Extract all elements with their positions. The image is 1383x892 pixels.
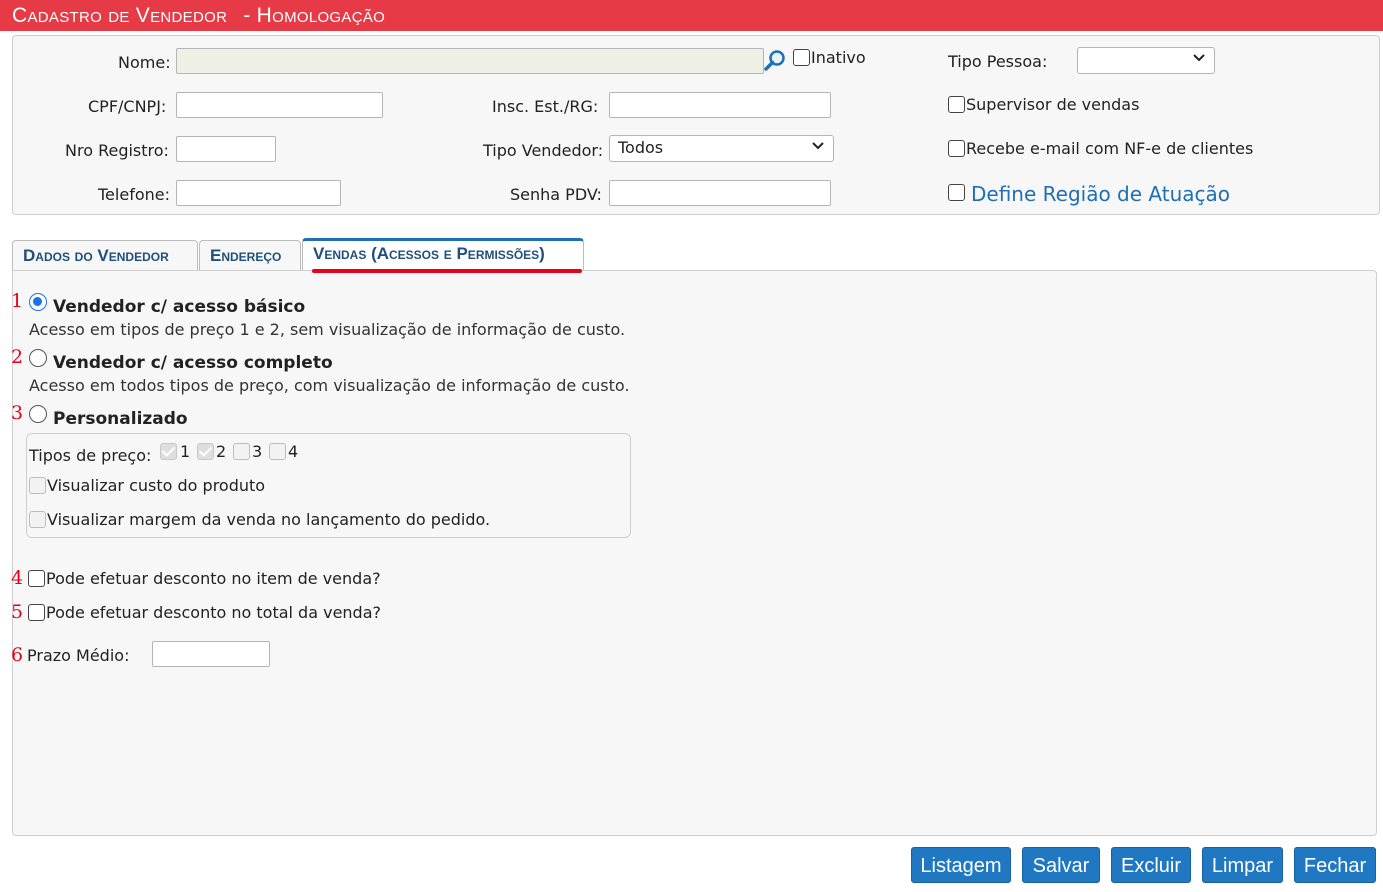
desconto-total-checkbox[interactable] [28, 604, 45, 621]
recebe-email-checkbox[interactable] [948, 140, 965, 157]
search-icon[interactable] [763, 49, 787, 71]
recebe-email-label: Recebe e-mail com NF-e de clientes [966, 139, 1254, 158]
acesso-completo-title: Vendedor c/ acesso completo [53, 353, 333, 373]
nome-label: Nome: [118, 53, 171, 72]
listagem-button[interactable]: Listagem [911, 847, 1011, 883]
telefone-input[interactable] [176, 180, 341, 206]
visualizar-margem-label: Visualizar margem da venda no lançamento… [47, 510, 491, 529]
desconto-total-label: Pode efetuar desconto no total da venda? [46, 603, 382, 622]
window-title-bar: Cadastro de Vendedor - Homologação [0, 0, 1383, 31]
personalizado-title: Personalizado [53, 409, 188, 429]
tab-vendas[interactable]: Vendas (Acessos e Permissões) [302, 238, 584, 270]
senha-pdv-input[interactable] [609, 180, 831, 206]
marker-6: 6 [11, 644, 24, 666]
active-tab-annotation [312, 269, 582, 273]
marker-5: 5 [11, 601, 24, 623]
radio-acesso-basico[interactable] [29, 293, 47, 311]
tipo-vendedor-select[interactable]: Todos [609, 135, 834, 162]
tipo-preco-2-label: 2 [216, 442, 227, 461]
tipo-pessoa-select[interactable] [1077, 47, 1215, 74]
chevron-down-icon [1193, 54, 1205, 62]
excluir-button[interactable]: Excluir [1111, 847, 1191, 883]
marker-3: 3 [11, 402, 24, 424]
tipo-preco-1-checkbox[interactable] [160, 443, 177, 460]
tipo-pessoa-label: Tipo Pessoa: [948, 52, 1048, 71]
desconto-item-label: Pode efetuar desconto no item de venda? [46, 569, 381, 588]
environment-label: - Homologação [243, 4, 386, 27]
tipo-preco-3-checkbox[interactable] [233, 443, 250, 460]
supervisor-checkbox[interactable] [948, 96, 965, 113]
regiao-checkbox[interactable] [948, 184, 965, 201]
tab-endereco[interactable]: Endereço [199, 240, 301, 270]
chevron-down-icon [812, 142, 824, 150]
tipos-preco-label: Tipos de preço: [29, 446, 152, 465]
visualizar-custo-checkbox[interactable] [29, 477, 46, 494]
acesso-basico-desc: Acesso em tipos de preço 1 e 2, sem visu… [29, 320, 626, 339]
marker-1: 1 [11, 290, 24, 312]
tipo-vendedor-value: Todos [618, 138, 664, 157]
marker-4: 4 [11, 567, 24, 589]
acesso-completo-desc: Acesso em todos tipos de preço, com visu… [29, 376, 630, 395]
prazo-medio-input[interactable] [152, 641, 270, 667]
tipo-preco-3-label: 3 [252, 442, 263, 461]
inativo-label: Inativo [811, 48, 866, 67]
prazo-medio-label: Prazo Médio: [27, 646, 130, 665]
limpar-button[interactable]: Limpar [1202, 847, 1283, 883]
nro-registro-input[interactable] [176, 136, 276, 162]
inativo-checkbox[interactable] [793, 49, 810, 66]
desconto-item-checkbox[interactable] [28, 570, 45, 587]
window-title: Cadastro de Vendedor [12, 4, 228, 27]
radio-acesso-completo[interactable] [29, 349, 47, 367]
tipo-preco-1-label: 1 [180, 442, 191, 461]
fechar-button[interactable]: Fechar [1294, 847, 1376, 883]
nome-input[interactable] [176, 48, 764, 74]
insc-label: Insc. Est./RG: [492, 97, 599, 116]
telefone-label: Telefone: [98, 185, 170, 204]
visualizar-margem-checkbox[interactable] [29, 511, 46, 528]
tipo-preco-4-label: 4 [288, 442, 299, 461]
marker-2: 2 [11, 346, 24, 368]
nro-registro-label: Nro Registro: [65, 141, 169, 160]
cpf-input[interactable] [176, 92, 383, 118]
tipo-vendedor-label: Tipo Vendedor: [483, 141, 604, 160]
radio-personalizado[interactable] [29, 405, 47, 423]
insc-input[interactable] [609, 92, 831, 118]
visualizar-custo-label: Visualizar custo do produto [47, 476, 266, 495]
define-regiao-link[interactable]: Define Região de Atuação [971, 182, 1230, 206]
supervisor-label: Supervisor de vendas [966, 95, 1140, 114]
tipo-preco-4-checkbox[interactable] [269, 443, 286, 460]
tab-dados-do-vendedor[interactable]: Dados do Vendedor [12, 240, 198, 270]
tipo-preco-2-checkbox[interactable] [197, 443, 214, 460]
senha-pdv-label: Senha PDV: [510, 185, 602, 204]
salvar-button[interactable]: Salvar [1022, 847, 1100, 883]
cpf-label: CPF/CNPJ: [88, 97, 167, 116]
acesso-basico-title: Vendedor c/ acesso básico [53, 297, 306, 317]
